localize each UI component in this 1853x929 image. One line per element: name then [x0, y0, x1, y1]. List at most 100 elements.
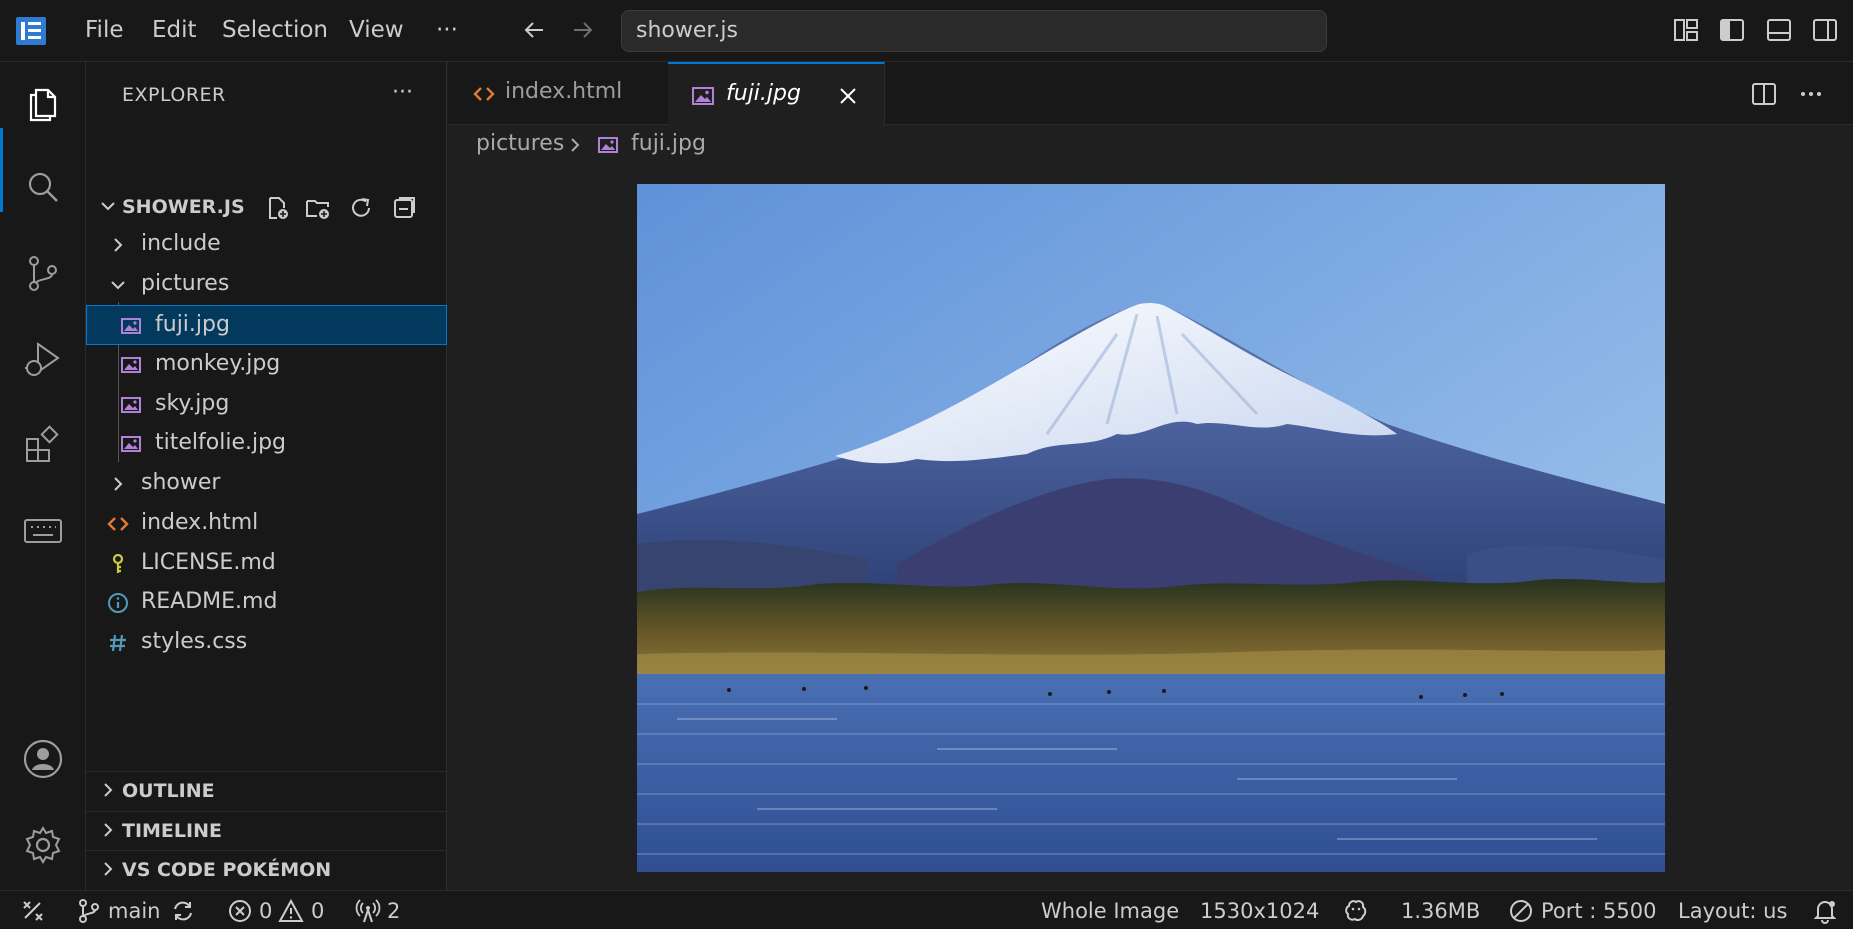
ports-count[interactable]: 2: [387, 898, 400, 924]
sync-icon[interactable]: [170, 898, 196, 924]
tree-item-label: titelfolie.jpg: [155, 430, 287, 455]
extensions-icon[interactable]: [22, 424, 64, 466]
menu-edit[interactable]: Edit: [152, 14, 197, 46]
customize-layout-icon[interactable]: [1672, 16, 1700, 44]
section-label: VS CODE POKÉMON: [122, 859, 332, 881]
chevron-right-icon: [104, 862, 113, 876]
tab-index-html[interactable]: index.html: [448, 62, 668, 125]
notifications-bell-icon[interactable]: [1812, 898, 1838, 924]
new-folder-icon[interactable]: [304, 194, 332, 222]
license-key-icon: [112, 553, 124, 573]
tree-file-titelfolie-jpg[interactable]: titelfolie.jpg: [86, 424, 447, 464]
tree-file-readme-md[interactable]: README.md: [86, 583, 447, 623]
active-view-indicator: [0, 128, 3, 212]
menu-more[interactable]: ···: [436, 14, 458, 46]
timeline-section-header[interactable]: TIMELINE: [86, 812, 447, 850]
image-preview[interactable]: [637, 184, 1665, 872]
workspace-root-label: SHOWER.JS: [122, 196, 245, 218]
editor-tab-bar: index.html fuji.jpg: [448, 62, 1853, 125]
css-hash-icon: [110, 634, 126, 652]
chevron-right-icon: [571, 138, 580, 152]
image-file-icon: [121, 357, 141, 373]
tree-file-fuji-jpg[interactable]: fuji.jpg: [86, 305, 447, 345]
chevron-right-icon: [104, 823, 113, 837]
tree-item-label: styles.css: [141, 629, 248, 654]
tree-item-label: index.html: [141, 510, 259, 535]
tree-folder-pictures[interactable]: pictures: [86, 265, 447, 305]
new-file-icon[interactable]: [263, 194, 291, 222]
tree-file-sky-jpg[interactable]: sky.jpg: [86, 385, 447, 425]
tree-file-styles-css[interactable]: styles.css: [86, 623, 447, 663]
breadcrumb-folder[interactable]: pictures: [476, 131, 564, 156]
explorer-more-actions[interactable]: ···: [392, 80, 413, 105]
warning-icon[interactable]: [278, 898, 304, 924]
tree-item-label: shower: [141, 470, 221, 495]
source-control-icon[interactable]: [22, 252, 64, 294]
collapse-all-icon[interactable]: [390, 194, 418, 222]
tree-item-label: include: [141, 231, 221, 256]
image-dimensions-status: 1530x1024: [1200, 899, 1320, 923]
tree-file-monkey-jpg[interactable]: monkey.jpg: [86, 345, 447, 385]
section-label: OUTLINE: [122, 780, 215, 802]
toggle-secondary-sidebar-icon[interactable]: [1811, 16, 1839, 44]
tree-item-label: README.md: [141, 589, 278, 614]
html-file-icon: [107, 517, 129, 531]
chevron-down-icon: [111, 281, 125, 290]
info-icon: [108, 593, 128, 613]
chevron-right-icon: [114, 477, 123, 491]
toggle-primary-sidebar-icon[interactable]: [1718, 16, 1746, 44]
refresh-icon[interactable]: [347, 194, 375, 222]
tab-fuji-jpg[interactable]: fuji.jpg: [668, 62, 885, 125]
outline-section-header[interactable]: OUTLINE: [86, 772, 447, 810]
explorer-files-icon[interactable]: [22, 82, 64, 124]
git-branch-icon[interactable]: [76, 898, 102, 924]
keyboard-icon[interactable]: [22, 510, 64, 552]
tree-file-index-html[interactable]: index.html: [86, 504, 447, 544]
close-icon[interactable]: [836, 84, 860, 108]
more-actions-icon[interactable]: [1797, 80, 1825, 108]
tree-folder-shower[interactable]: shower: [86, 464, 447, 504]
tree-item-label: monkey.jpg: [155, 351, 281, 376]
tree-folder-include[interactable]: include: [86, 225, 447, 265]
image-size-status: 1.36MB: [1401, 899, 1481, 923]
error-icon[interactable]: [227, 898, 253, 924]
workspace-root-header[interactable]: SHOWER.JS: [86, 188, 447, 226]
menu-selection[interactable]: Selection: [222, 14, 328, 46]
breadcrumb-file[interactable]: fuji.jpg: [631, 131, 706, 156]
menu-view[interactable]: View: [349, 14, 404, 46]
remote-indicator-icon[interactable]: [20, 898, 46, 924]
fuji-photo: [637, 184, 1665, 872]
image-zoom-status[interactable]: Whole Image: [1041, 898, 1179, 924]
split-editor-icon[interactable]: [1750, 80, 1778, 108]
live-server-port[interactable]: Port : 5500: [1541, 898, 1657, 924]
image-file-icon: [121, 397, 141, 413]
image-file-icon: [692, 87, 714, 105]
run-debug-icon[interactable]: [22, 338, 64, 380]
tree-item-label: LICENSE.md: [141, 550, 276, 575]
image-file-icon: [121, 436, 141, 452]
search-icon[interactable]: [22, 166, 64, 208]
command-center-search[interactable]: shower.js: [621, 10, 1327, 52]
account-icon[interactable]: [22, 738, 64, 780]
tree-item-label: fuji.jpg: [155, 312, 230, 337]
pokemon-section-header[interactable]: VS CODE POKÉMON: [86, 851, 447, 889]
image-file-icon: [121, 318, 141, 334]
menu-file[interactable]: File: [85, 14, 124, 46]
section-label: TIMELINE: [122, 820, 222, 842]
warning-count[interactable]: 0: [311, 898, 324, 924]
ports-broadcast-icon[interactable]: [355, 898, 381, 924]
git-branch-label[interactable]: main: [108, 898, 160, 924]
keyboard-layout-status[interactable]: Layout: us: [1678, 898, 1787, 924]
activity-bar: [0, 62, 86, 890]
tree-file-license-md[interactable]: LICENSE.md: [86, 544, 447, 584]
chevron-right-icon: [104, 783, 113, 797]
app-logo-icon[interactable]: [16, 17, 46, 45]
tree-item-label: sky.jpg: [155, 391, 230, 416]
live-server-icon[interactable]: [1508, 898, 1534, 924]
back-arrow-icon[interactable]: [521, 16, 549, 44]
error-count[interactable]: 0: [259, 898, 272, 924]
pokemon-icon[interactable]: [1343, 898, 1369, 924]
forward-arrow-icon[interactable]: [568, 16, 596, 44]
settings-gear-icon[interactable]: [22, 824, 64, 866]
toggle-panel-icon[interactable]: [1765, 16, 1793, 44]
